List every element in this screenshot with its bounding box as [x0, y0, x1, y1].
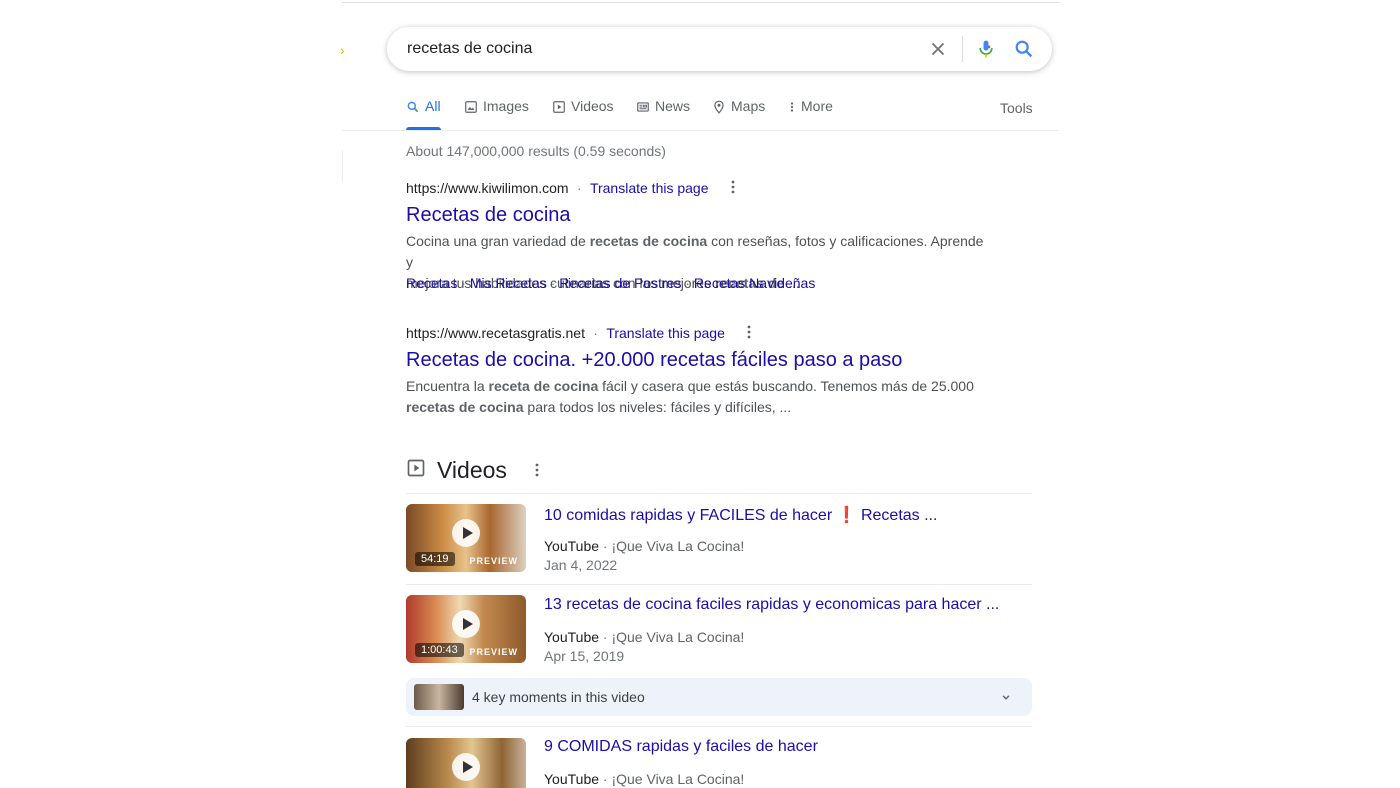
video-divider — [406, 726, 1032, 727]
video-thumbnail[interactable]: 54:19 PREVIEW — [406, 504, 526, 572]
tab-label: More — [801, 98, 833, 114]
tab-label: News — [655, 98, 691, 114]
translate-link[interactable]: Translate this page — [590, 180, 709, 196]
result-snippet: Encuentra la receta de cocina fácil y ca… — [406, 376, 986, 418]
video-date: Jan 4, 2022 — [544, 557, 618, 573]
separator-dot: · — [457, 275, 470, 291]
clear-icon[interactable] — [927, 38, 949, 60]
search-result: https://www.recetasgratis.net · Translat… — [406, 325, 751, 343]
separator-dot: · — [599, 538, 612, 554]
snippet-text: Cocina una gran variedad de — [406, 233, 590, 249]
tab-label: Maps — [731, 98, 766, 114]
video-title[interactable]: 10 comidas rapidas y FACILES de hacer ❗ … — [544, 505, 937, 525]
tab-videos[interactable]: Videos — [552, 98, 614, 130]
chevron-down-icon[interactable] — [999, 690, 1013, 704]
sitelink[interactable]: Recetas Navideñas — [694, 275, 815, 291]
video-icon — [553, 101, 565, 113]
videos-heading: Videos — [437, 457, 507, 483]
image-icon — [465, 101, 477, 113]
key-moments-bar[interactable]: 4 key moments in this video — [406, 678, 1032, 716]
tab-news[interactable]: News — [636, 98, 690, 130]
result-title[interactable]: Recetas de cocina — [406, 204, 571, 227]
video-date: Apr 15, 2019 — [544, 648, 625, 664]
search-icon — [407, 101, 419, 113]
separator-dot: · — [681, 275, 694, 291]
video-platform: YouTube — [544, 538, 600, 554]
video-title[interactable]: 13 recetas de cocina faciles rapidas y e… — [544, 596, 999, 614]
tools-button[interactable]: Tools — [1000, 100, 1033, 116]
video-divider — [406, 493, 1032, 494]
play-icon — [452, 610, 480, 638]
play-icon — [452, 519, 480, 547]
result-url[interactable]: https://www.recetasgratis.net — [406, 325, 585, 341]
news-icon — [637, 102, 649, 112]
video-source: YouTube · ¡Que Viva La Cocina! — [544, 629, 744, 645]
tab-images[interactable]: Images — [464, 98, 529, 130]
map-pin-icon — [714, 100, 724, 114]
separator-dot: · — [573, 180, 586, 196]
video-source: YouTube · ¡Que Viva La Cocina! — [544, 771, 744, 787]
tabs-divider — [342, 130, 1059, 131]
snippet-text: para todos los niveles: fáciles y difíci… — [523, 399, 792, 415]
tab-label: All — [425, 98, 441, 114]
video-channel: ¡Que Viva La Cocina! — [611, 538, 745, 554]
translate-link[interactable]: Translate this page — [606, 325, 725, 341]
tab-label: Images — [483, 98, 529, 114]
video-source: YouTube · ¡Que Viva La Cocina! — [544, 538, 744, 554]
separator-dot: · — [589, 325, 602, 341]
video-platform: YouTube — [544, 629, 600, 645]
search-divider — [962, 36, 963, 62]
sitelink[interactable]: Recetas — [406, 275, 457, 291]
separator-dot: · — [599, 629, 612, 645]
video-thumbnail[interactable] — [406, 738, 526, 788]
search-icon[interactable] — [1013, 38, 1035, 60]
sitelink[interactable]: Recetas de Postres — [559, 275, 681, 291]
play-icon — [452, 753, 480, 781]
edge-divider — [342, 150, 343, 182]
more-options-icon[interactable] — [535, 463, 539, 477]
preview-label: PREVIEW — [469, 647, 518, 657]
tab-more[interactable]: More — [788, 98, 833, 130]
preview-label: PREVIEW — [469, 556, 518, 566]
search-result: https://www.kiwilimon.com · Translate th… — [406, 180, 735, 198]
video-title[interactable]: 9 COMIDAS rapidas y faciles de hacer — [544, 738, 818, 756]
separator-dot: · — [546, 275, 560, 291]
tab-label: Videos — [571, 98, 614, 114]
sitelinks: Recetas · Mis Recetas · Recetas de Postr… — [406, 275, 815, 293]
more-options-icon[interactable] — [747, 325, 751, 339]
tab-all[interactable]: All — [406, 98, 441, 130]
snippet-text: fácil y casera que estás buscando. Tenem… — [598, 378, 974, 394]
more-vert-icon — [790, 102, 794, 112]
sitelink[interactable]: Mis Recetas — [470, 275, 547, 291]
logo-fragment: › — [340, 42, 345, 58]
key-moments-label: 4 key moments in this video — [472, 689, 645, 705]
video-channel: ¡Que Viva La Cocina! — [611, 771, 745, 787]
search-box[interactable]: recetas de cocina — [387, 27, 1052, 71]
result-url[interactable]: https://www.kiwilimon.com — [406, 180, 569, 196]
microphone-icon[interactable] — [976, 37, 996, 61]
video-duration: 54:19 — [415, 552, 455, 566]
search-input[interactable]: recetas de cocina — [407, 40, 532, 58]
snippet-highlight: recetas de cocina — [406, 399, 524, 415]
result-title[interactable]: Recetas de cocina. +20.000 recetas fácil… — [406, 349, 902, 372]
more-options-icon[interactable] — [731, 180, 735, 194]
video-platform: YouTube — [544, 771, 600, 787]
video-icon — [407, 459, 425, 477]
video-divider — [406, 584, 1032, 585]
snippet-text: Encuentra la — [406, 378, 489, 394]
snippet-highlight: receta de cocina — [488, 378, 599, 394]
snippet-highlight: recetas de cocina — [589, 233, 708, 249]
result-stats: About 147,000,000 results (0.59 seconds) — [406, 143, 666, 159]
key-moment-thumbnail — [414, 684, 464, 710]
tab-maps[interactable]: Maps — [712, 98, 765, 130]
top-divider — [342, 2, 1059, 3]
video-duration: 1:00:43 — [415, 643, 464, 657]
separator-dot: · — [599, 771, 612, 787]
video-channel: ¡Que Viva La Cocina! — [611, 629, 745, 645]
video-thumbnail[interactable]: 1:00:43 PREVIEW — [406, 595, 526, 663]
